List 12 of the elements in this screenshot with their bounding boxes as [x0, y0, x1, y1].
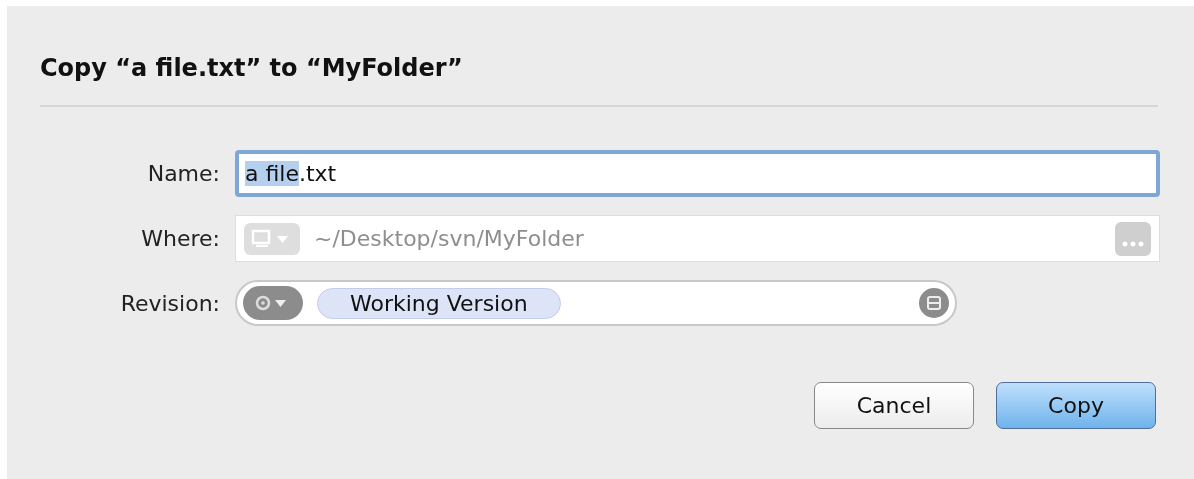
menu-icon[interactable] — [919, 288, 949, 318]
gear-dropdown-icon[interactable] — [243, 286, 303, 320]
revision-field[interactable]: Working Version — [235, 280, 957, 326]
path-text: ~/Desktop/svn/MyFolder — [314, 226, 585, 251]
dialog-title: Copy “a file.txt” to “MyFolder” — [40, 53, 464, 84]
field-label: Revision: — [120, 290, 220, 316]
field-label: Where: — [141, 226, 220, 251]
field-label: Name: — [147, 161, 220, 186]
default-button[interactable]: Copy — [996, 382, 1156, 429]
name-field[interactable]: a file.txt — [235, 150, 1160, 197]
revision-token[interactable]: Working Version — [317, 287, 561, 319]
button[interactable]: Cancel — [814, 382, 974, 429]
